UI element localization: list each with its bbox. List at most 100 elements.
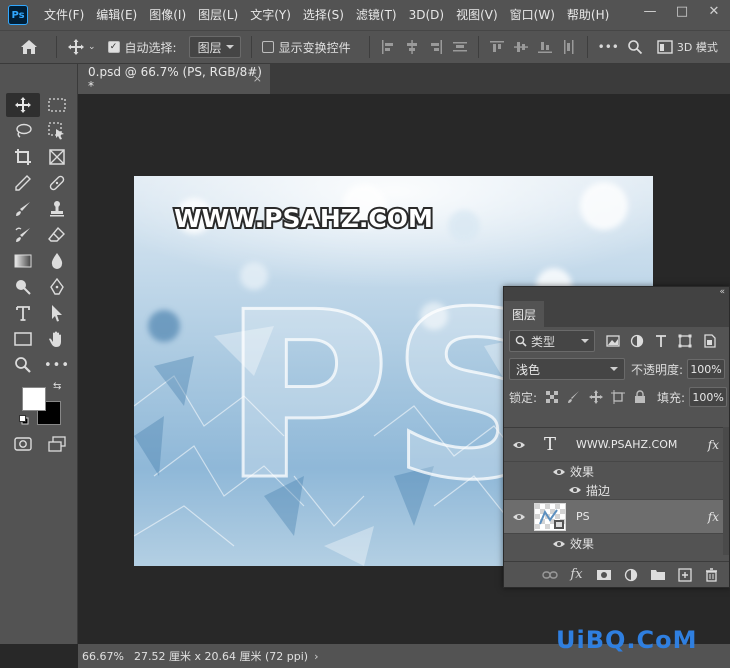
screen-mode-icon[interactable] xyxy=(40,432,74,456)
menu-type[interactable]: 文字(Y) xyxy=(244,0,297,30)
filter-smart-object-icon[interactable] xyxy=(697,330,721,352)
menu-filter[interactable]: 滤镜(T) xyxy=(350,0,403,30)
fill-field[interactable]: 100% xyxy=(689,387,728,407)
foreground-color-swatch[interactable] xyxy=(22,387,46,411)
lock-transparent-icon[interactable] xyxy=(541,387,563,407)
maximize-button[interactable]: □ xyxy=(666,0,698,22)
visibility-eye-icon[interactable] xyxy=(568,485,582,495)
menu-select[interactable]: 选择(S) xyxy=(297,0,350,30)
healing-icon[interactable] xyxy=(40,171,74,195)
quick-mask-icon[interactable] xyxy=(6,432,40,456)
default-colors-icon[interactable] xyxy=(19,414,29,428)
move-tool-preset-icon[interactable]: ⌄ xyxy=(63,36,100,58)
menu-file[interactable]: 文件(F) xyxy=(38,0,90,30)
add-mask-icon[interactable] xyxy=(590,569,617,581)
blend-mode-dropdown[interactable]: 浅色 xyxy=(509,358,625,380)
layer-effects-badge-icon[interactable]: fx xyxy=(708,438,719,452)
visibility-eye-icon[interactable] xyxy=(504,440,534,450)
opacity-field[interactable]: 100% xyxy=(687,359,726,379)
eyedropper-icon[interactable] xyxy=(6,171,40,195)
rectangle-icon[interactable] xyxy=(6,327,40,351)
menu-help[interactable]: 帮助(H) xyxy=(561,0,615,30)
distribute-vertical-icon[interactable] xyxy=(557,36,581,58)
lock-position-icon[interactable] xyxy=(585,387,607,407)
lasso-icon[interactable] xyxy=(6,119,40,143)
tab-layers[interactable]: 图层 xyxy=(504,301,544,327)
lock-label: 锁定: xyxy=(509,390,538,405)
filter-adjustment-icon[interactable] xyxy=(625,330,649,352)
layer-effect-stroke-row[interactable]: 描边 xyxy=(504,481,729,500)
visibility-eye-icon[interactable] xyxy=(552,539,566,549)
object-select-icon[interactable] xyxy=(40,119,74,143)
align-top-icon[interactable] xyxy=(485,36,509,58)
close-tab-icon[interactable]: × xyxy=(253,72,262,85)
search-icon[interactable] xyxy=(623,36,647,58)
home-icon[interactable] xyxy=(16,36,42,58)
menu-edit[interactable]: 编辑(E) xyxy=(90,0,143,30)
layer-row-text[interactable]: T WWW.PSAHZ.COM fx xyxy=(504,428,729,462)
document-tab-title: 0.psd @ 66.7% (PS, RGB/8#) * xyxy=(88,65,262,93)
add-layer-style-icon[interactable]: fx xyxy=(563,567,590,582)
eraser-icon[interactable] xyxy=(40,223,74,247)
align-right-icon[interactable] xyxy=(424,36,448,58)
move-icon[interactable] xyxy=(6,93,40,117)
path-select-icon[interactable] xyxy=(40,301,74,325)
hand-icon[interactable] xyxy=(40,327,74,351)
document-tab[interactable]: 0.psd @ 66.7% (PS, RGB/8#) * × xyxy=(78,64,270,94)
swap-colors-icon[interactable]: ⇆ xyxy=(53,381,61,392)
layer-effects-row[interactable]: 效果 xyxy=(504,462,729,481)
menu-layer[interactable]: 图层(L) xyxy=(192,0,244,30)
zoom-level[interactable]: 66.67% xyxy=(82,650,126,663)
zoom-icon[interactable] xyxy=(6,353,40,377)
new-layer-icon[interactable] xyxy=(671,567,698,582)
align-bottom-icon[interactable] xyxy=(533,36,557,58)
align-middle-icon[interactable] xyxy=(509,36,533,58)
dodge-icon[interactable] xyxy=(6,275,40,299)
align-center-icon[interactable] xyxy=(400,36,424,58)
link-layers-icon[interactable] xyxy=(536,570,563,580)
mode-3d-label[interactable]: 3D 模式 xyxy=(677,39,718,55)
history-brush-icon[interactable] xyxy=(6,223,40,247)
align-left-icon[interactable] xyxy=(376,36,400,58)
layer-effects-row[interactable]: 效果 xyxy=(504,534,729,553)
lock-artboard-icon[interactable] xyxy=(607,387,629,407)
menu-window[interactable]: 窗口(W) xyxy=(504,0,561,30)
gradient-icon[interactable] xyxy=(6,249,40,273)
pen-icon[interactable] xyxy=(40,275,74,299)
layer-row-ps[interactable]: PS fx xyxy=(504,500,729,534)
more-options-icon[interactable]: ••• xyxy=(594,36,623,58)
layer-effects-badge-icon[interactable]: fx xyxy=(708,510,719,524)
adjustment-layer-icon[interactable] xyxy=(617,568,644,582)
stamp-icon[interactable] xyxy=(40,197,74,221)
blur-icon[interactable] xyxy=(40,249,74,273)
type-icon[interactable] xyxy=(6,301,40,325)
minimize-button[interactable]: — xyxy=(634,0,666,22)
layers-scrollbar[interactable] xyxy=(723,427,729,555)
crop-icon[interactable] xyxy=(6,145,40,169)
menu-view[interactable]: 视图(V) xyxy=(450,0,504,30)
collapse-panel-icon[interactable]: « xyxy=(719,287,725,297)
new-group-icon[interactable] xyxy=(644,568,671,581)
visibility-eye-icon[interactable] xyxy=(504,512,534,522)
transform-controls-checkbox[interactable]: 显示变换控件 xyxy=(258,36,355,58)
status-menu-arrow-icon[interactable]: › xyxy=(314,650,318,663)
filter-shape-icon[interactable] xyxy=(673,330,697,352)
auto-select-checkbox[interactable]: ✓ 自动选择: xyxy=(104,36,181,58)
filter-type-icon[interactable] xyxy=(649,330,673,352)
close-window-button[interactable]: ✕ xyxy=(698,0,730,22)
menu-image[interactable]: 图像(I) xyxy=(143,0,192,30)
layer-kind-filter-dropdown[interactable]: 类型 xyxy=(509,330,595,352)
visibility-eye-icon[interactable] xyxy=(552,467,566,477)
frame-icon[interactable] xyxy=(40,145,74,169)
marquee-icon[interactable] xyxy=(40,93,74,117)
auto-select-target-dropdown[interactable]: 图层 xyxy=(188,36,241,58)
brush-icon[interactable] xyxy=(6,197,40,221)
filter-pixel-icon[interactable] xyxy=(601,330,625,352)
more-icon[interactable]: ••• xyxy=(40,353,74,377)
lock-pixels-icon[interactable] xyxy=(563,387,585,407)
distribute-icon[interactable] xyxy=(448,36,472,58)
menu-3d[interactable]: 3D(D) xyxy=(403,0,450,30)
lock-all-icon[interactable] xyxy=(629,387,651,407)
workspace-icon[interactable] xyxy=(653,36,677,58)
delete-layer-icon[interactable] xyxy=(698,567,725,582)
